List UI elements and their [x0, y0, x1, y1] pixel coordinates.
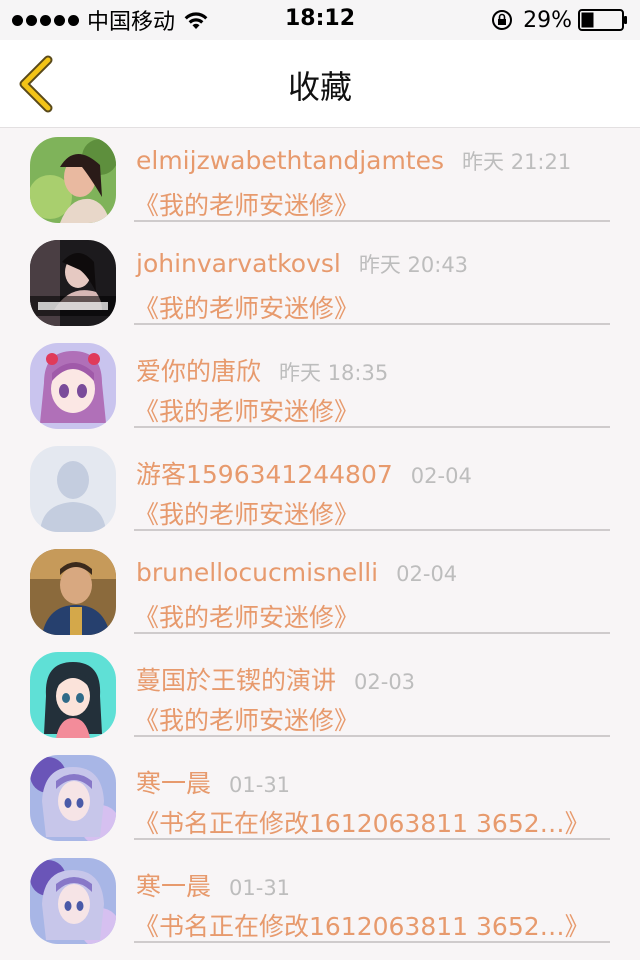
divider	[134, 632, 610, 634]
timestamp: 02-04	[396, 562, 458, 586]
timestamp: 昨天 21:21	[462, 150, 572, 174]
avatar-photo-dark	[30, 240, 116, 326]
avatar[interactable]	[30, 549, 116, 635]
rotation-lock-icon	[492, 10, 513, 30]
divider	[134, 220, 610, 222]
avatar-default-silhouette	[30, 446, 116, 532]
battery-icon	[578, 9, 627, 31]
divider	[134, 426, 610, 428]
timestamp: 昨天 20:43	[358, 253, 469, 277]
username[interactable]: 游客1596341244807	[136, 455, 393, 491]
item-header: 蔓国於王锲的演讲 02-03	[136, 661, 416, 695]
favorites-list: elmijzwabethtandjamtes 昨天 21:21 《我的老师安迷修…	[0, 129, 640, 953]
divider	[134, 735, 610, 737]
avatar-anime-teal	[30, 652, 116, 738]
avatar[interactable]	[30, 755, 116, 841]
list-item[interactable]: 爱你的唐欣 昨天 18:35 《我的老师安迷修》	[0, 335, 640, 438]
item-header: brunellocucmisnelli 02-04	[136, 558, 457, 590]
item-header: 寒一晨 01-31	[136, 867, 291, 901]
list-item[interactable]: 寒一晨 01-31 《书名正在修改1612063811 3652…》	[0, 850, 640, 953]
nav-bar: 收藏	[0, 40, 640, 128]
item-header: johinvarvatkovsl 昨天 20:43	[136, 249, 468, 281]
item-header: elmijzwabethtandjamtes 昨天 21:21	[136, 146, 571, 178]
username[interactable]: 寒一晨	[136, 764, 211, 800]
avatar[interactable]	[30, 137, 116, 223]
battery-percent: 29%	[523, 7, 572, 33]
status-right: 29%	[491, 6, 628, 34]
username[interactable]: johinvarvatkovsl	[136, 249, 341, 278]
divider	[134, 941, 610, 943]
timestamp: 02-03	[354, 670, 416, 694]
book-title-link[interactable]: 《我的老师安迷修》	[134, 598, 359, 634]
book-title-link[interactable]: 《我的老师安迷修》	[134, 701, 359, 737]
book-title-link[interactable]: 《书名正在修改1612063811 3652…》	[134, 804, 590, 840]
item-header: 游客1596341244807 02-04	[136, 455, 472, 489]
divider	[134, 529, 610, 531]
avatar-anime-purple	[30, 858, 116, 944]
book-title-link[interactable]: 《我的老师安迷修》	[134, 289, 359, 325]
page-title: 收藏	[287, 68, 352, 106]
list-item[interactable]: 寒一晨 01-31 《书名正在修改1612063811 3652…》	[0, 747, 640, 850]
list-item[interactable]: brunellocucmisnelli 02-04 《我的老师安迷修》	[0, 541, 640, 644]
username[interactable]: 蔓国於王锲的演讲	[136, 661, 336, 697]
avatar[interactable]	[30, 858, 116, 944]
divider	[134, 323, 610, 325]
list-item[interactable]: 蔓国於王锲的演讲 02-03 《我的老师安迷修》	[0, 644, 640, 747]
timestamp: 01-31	[229, 773, 291, 797]
username[interactable]: brunellocucmisnelli	[136, 558, 378, 587]
item-header: 爱你的唐欣 昨天 18:35	[136, 352, 389, 386]
list-item[interactable]: johinvarvatkovsl 昨天 20:43 《我的老师安迷修》	[0, 232, 640, 335]
list-item[interactable]: elmijzwabethtandjamtes 昨天 21:21 《我的老师安迷修…	[0, 129, 640, 232]
username[interactable]: 爱你的唐欣	[136, 352, 261, 388]
timestamp: 昨天 18:35	[279, 361, 389, 385]
username[interactable]: 寒一晨	[136, 867, 211, 903]
book-title-link[interactable]: 《书名正在修改1612063811 3652…》	[134, 907, 590, 943]
avatar[interactable]	[30, 343, 116, 429]
list-item[interactable]: 游客1596341244807 02-04 《我的老师安迷修》	[0, 438, 640, 541]
divider	[134, 838, 610, 840]
item-header: 寒一晨 01-31	[136, 764, 291, 798]
timestamp: 01-31	[229, 876, 291, 900]
avatar-anime-pink	[30, 343, 116, 429]
status-bar: 中国移动 18:12 29%	[0, 0, 640, 40]
book-title-link[interactable]: 《我的老师安迷修》	[134, 495, 359, 531]
avatar-anime-purple	[30, 755, 116, 841]
book-title-link[interactable]: 《我的老师安迷修》	[134, 392, 359, 428]
timestamp: 02-04	[410, 464, 472, 488]
avatar[interactable]	[30, 652, 116, 738]
avatar[interactable]	[30, 240, 116, 326]
avatar[interactable]	[30, 446, 116, 532]
username[interactable]: elmijzwabethtandjamtes	[136, 146, 444, 175]
avatar-photo-woman	[30, 137, 116, 223]
avatar-photo-man	[30, 549, 116, 635]
book-title-link[interactable]: 《我的老师安迷修》	[134, 186, 359, 222]
